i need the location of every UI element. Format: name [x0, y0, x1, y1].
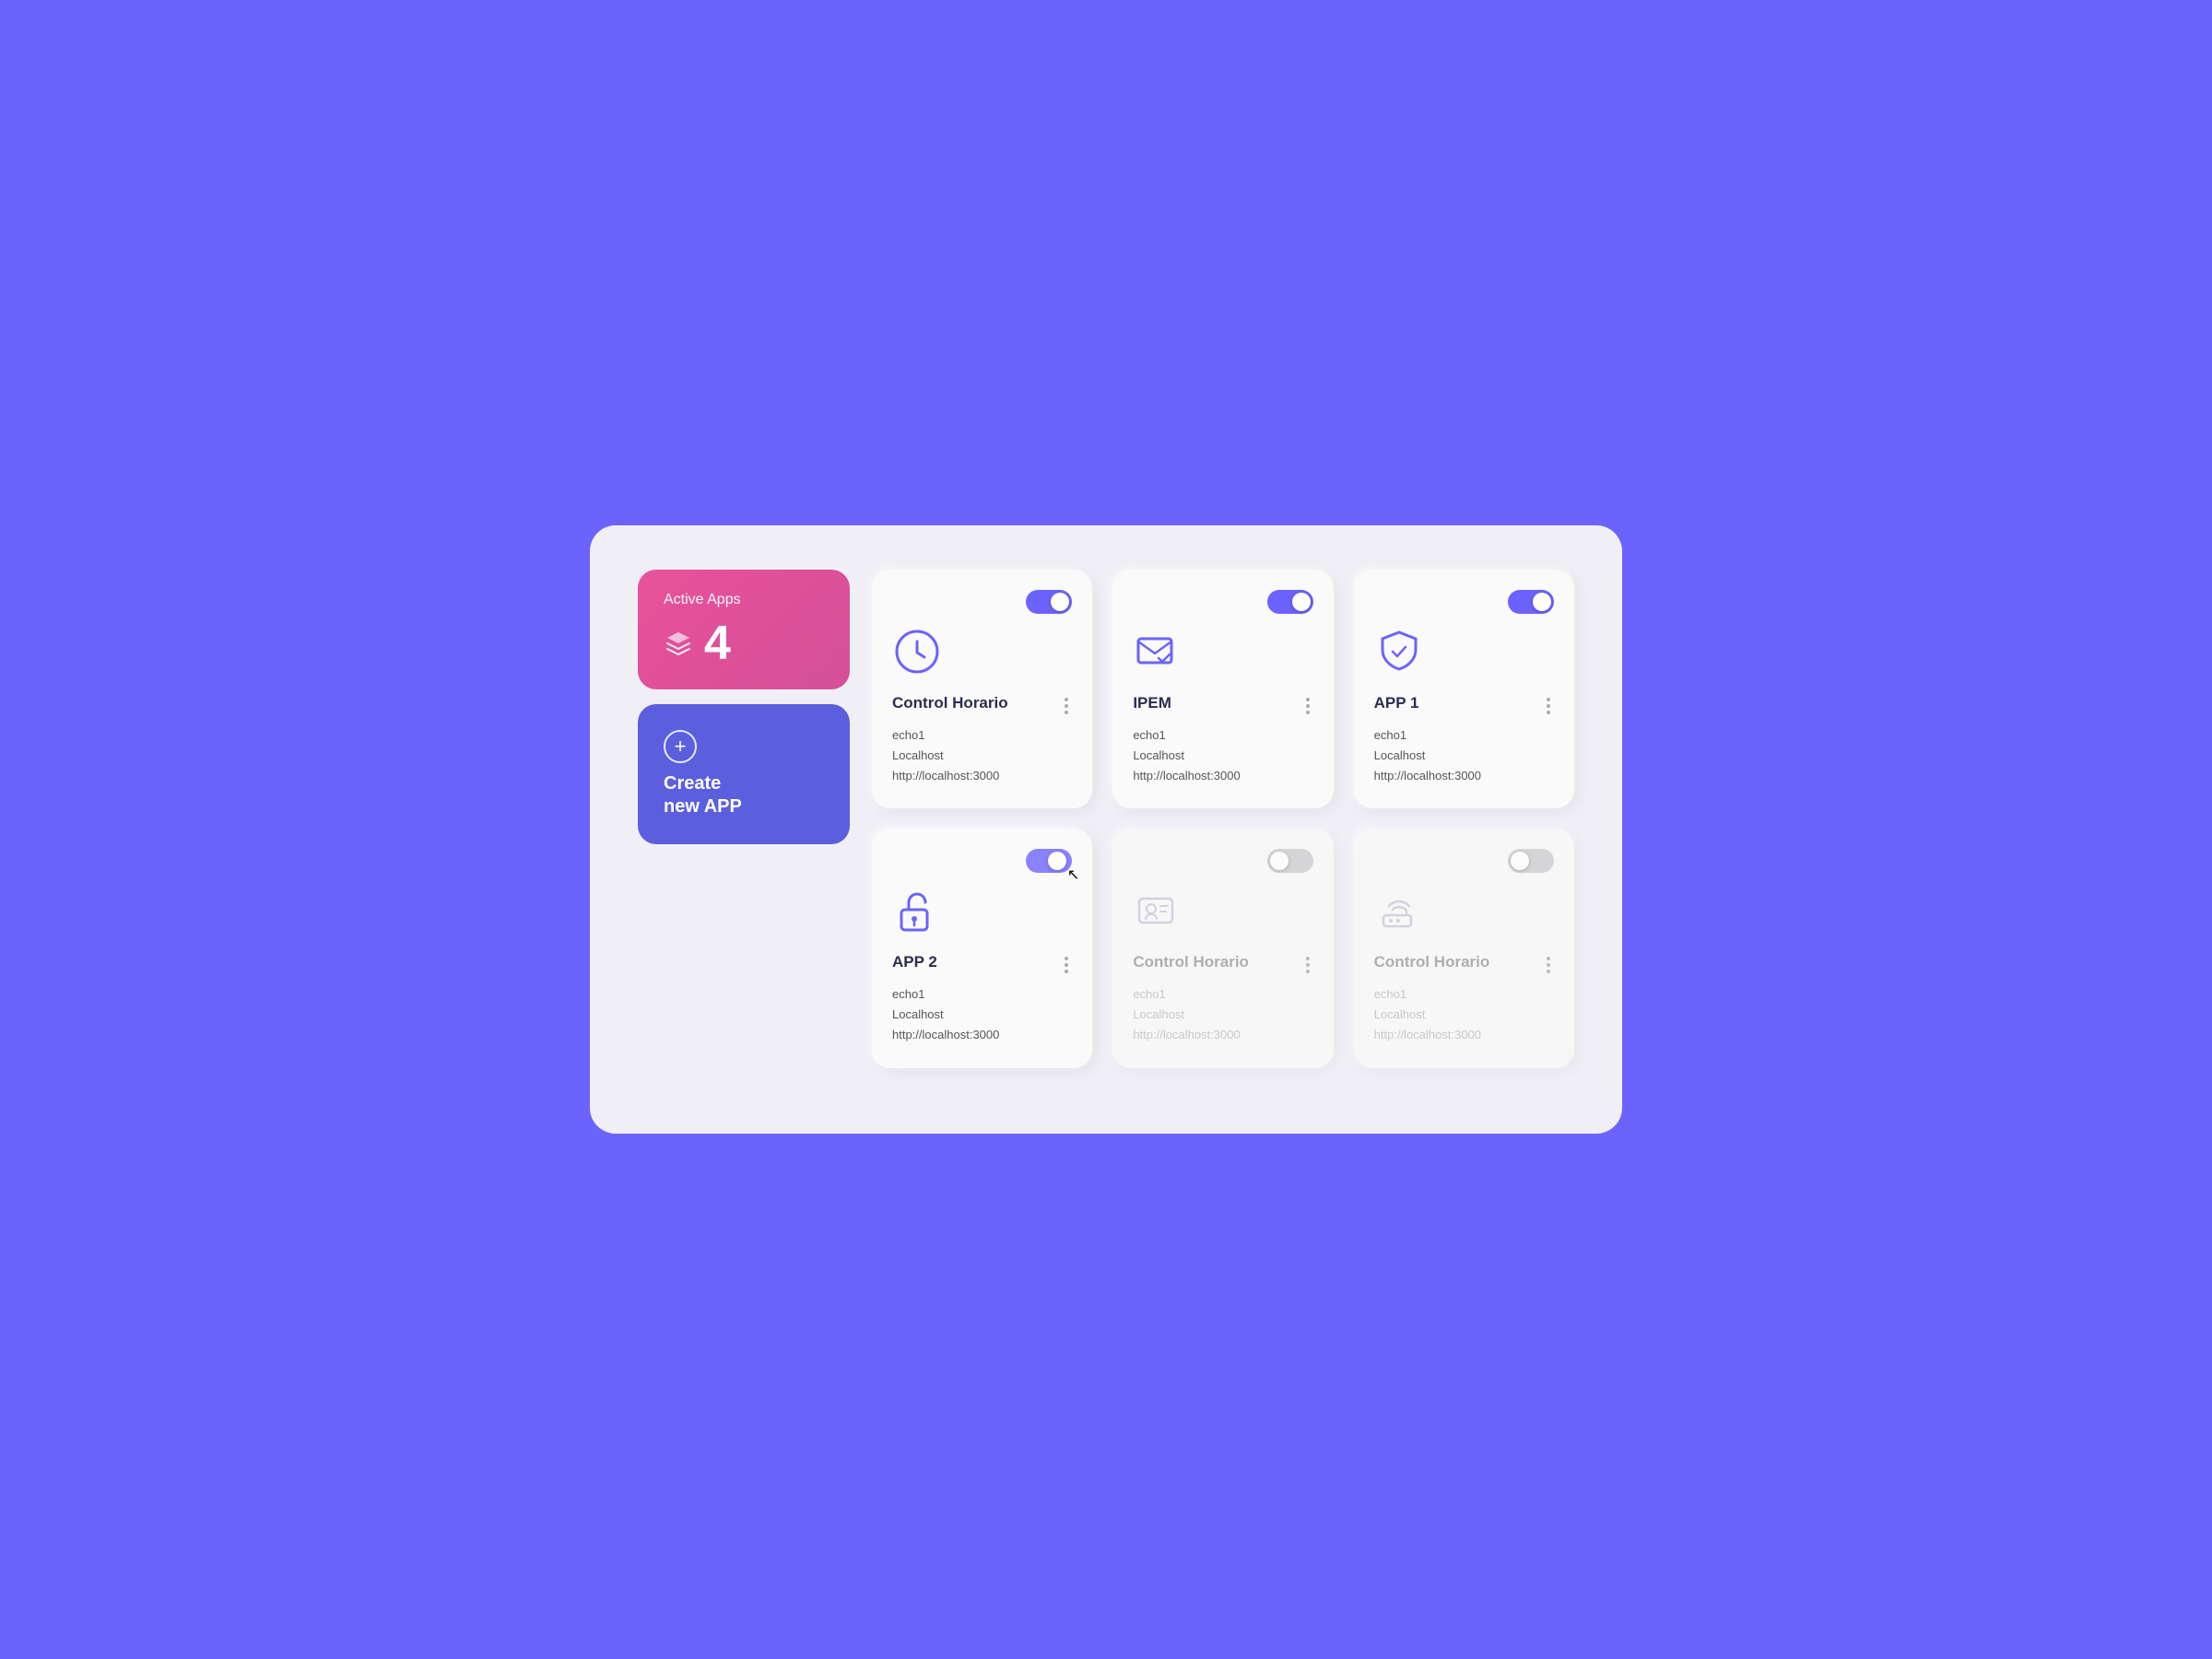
- card-bottom: Control Horario echo1Localhosthttp://loc…: [1374, 953, 1554, 1045]
- count-row: 4: [664, 619, 824, 667]
- active-apps-count: 4: [704, 619, 731, 667]
- layers-icon: [664, 629, 693, 658]
- toggle-control-horario-3[interactable]: [1508, 849, 1554, 873]
- app-meta: echo1Localhosthttp://localhost:3000: [1133, 725, 1240, 786]
- clock-icon: [892, 627, 1072, 681]
- app-name: Control Horario: [892, 694, 1008, 712]
- app-name: Control Horario: [1374, 953, 1490, 971]
- lock-open-icon: [892, 886, 1072, 940]
- card-bottom: IPEM echo1Localhosthttp://localhost:3000: [1133, 694, 1312, 786]
- active-apps-card: Active Apps 4: [638, 570, 850, 689]
- card-info: Control Horario echo1Localhosthttp://loc…: [1374, 953, 1490, 1045]
- mail-check-icon: [1133, 627, 1312, 681]
- card-info: IPEM echo1Localhosthttp://localhost:3000: [1133, 694, 1240, 786]
- sidebar: Active Apps 4 + Createnew APP: [638, 570, 850, 1068]
- active-apps-label: Active Apps: [664, 592, 824, 608]
- app-meta: echo1Localhosthttp://localhost:3000: [1374, 725, 1481, 786]
- app-meta: echo1Localhosthttp://localhost:3000: [1374, 984, 1490, 1045]
- card-info: APP 2 echo1Localhosthttp://localhost:300…: [892, 953, 999, 1045]
- toggle-app1[interactable]: [1508, 590, 1554, 614]
- create-app-button[interactable]: + Createnew APP: [638, 704, 850, 844]
- app-name: APP 1: [1374, 694, 1481, 712]
- app-card-control-horario: Control Horario echo1Localhosthttp://loc…: [872, 570, 1092, 808]
- more-menu-button[interactable]: [1061, 953, 1072, 977]
- create-app-label: Createnew APP: [664, 772, 824, 818]
- more-menu-button[interactable]: [1543, 694, 1554, 718]
- apps-row-2: ↖ APP 2 echo1Loc: [872, 829, 1574, 1067]
- more-menu-button[interactable]: [1302, 694, 1313, 718]
- app-name: Control Horario: [1133, 953, 1249, 971]
- app-meta: echo1Localhosthttp://localhost:3000: [892, 984, 999, 1045]
- app-card-app2: ↖ APP 2 echo1Loc: [872, 829, 1092, 1067]
- router-icon: [1374, 886, 1554, 940]
- app-name: APP 2: [892, 953, 999, 971]
- plus-icon: +: [664, 730, 697, 763]
- more-menu-button[interactable]: [1061, 694, 1072, 718]
- shield-check-icon: [1374, 627, 1554, 681]
- more-menu-button[interactable]: [1543, 953, 1554, 977]
- app-meta: echo1Localhosthttp://localhost:3000: [1133, 984, 1249, 1045]
- toggle-ipem[interactable]: [1267, 590, 1313, 614]
- card-top: [1133, 590, 1312, 614]
- app-card-control-horario-2: Control Horario echo1Localhosthttp://loc…: [1112, 829, 1333, 1067]
- card-info: APP 1 echo1Localhosthttp://localhost:300…: [1374, 694, 1481, 786]
- card-info: Control Horario echo1Localhosthttp://loc…: [1133, 953, 1249, 1045]
- card-top: [1374, 590, 1554, 614]
- layout: Active Apps 4 + Createnew APP: [638, 570, 1574, 1068]
- id-card-icon: [1133, 886, 1312, 940]
- more-menu-button[interactable]: [1302, 953, 1313, 977]
- card-top: [892, 590, 1072, 614]
- app-card-app1: APP 1 echo1Localhosthttp://localhost:300…: [1354, 570, 1574, 808]
- app-card-ipem: IPEM echo1Localhosthttp://localhost:3000: [1112, 570, 1333, 808]
- toggle-app2[interactable]: ↖: [1026, 849, 1072, 873]
- apps-grid: Control Horario echo1Localhosthttp://loc…: [872, 570, 1574, 1068]
- main-container: Active Apps 4 + Createnew APP: [590, 525, 1622, 1134]
- apps-row-1: Control Horario echo1Localhosthttp://loc…: [872, 570, 1574, 808]
- card-top: [1133, 849, 1312, 873]
- card-top: ↖: [892, 849, 1072, 873]
- card-bottom: Control Horario echo1Localhosthttp://loc…: [1133, 953, 1312, 1045]
- toggle-control-horario-2[interactable]: [1267, 849, 1313, 873]
- card-bottom: APP 1 echo1Localhosthttp://localhost:300…: [1374, 694, 1554, 786]
- card-info: Control Horario echo1Localhosthttp://loc…: [892, 694, 1008, 786]
- card-top: [1374, 849, 1554, 873]
- card-bottom: Control Horario echo1Localhosthttp://loc…: [892, 694, 1072, 786]
- app-name: IPEM: [1133, 694, 1240, 712]
- toggle-control-horario[interactable]: [1026, 590, 1072, 614]
- card-bottom: APP 2 echo1Localhosthttp://localhost:300…: [892, 953, 1072, 1045]
- app-card-control-horario-3: Control Horario echo1Localhosthttp://loc…: [1354, 829, 1574, 1067]
- app-meta: echo1Localhosthttp://localhost:3000: [892, 725, 1008, 786]
